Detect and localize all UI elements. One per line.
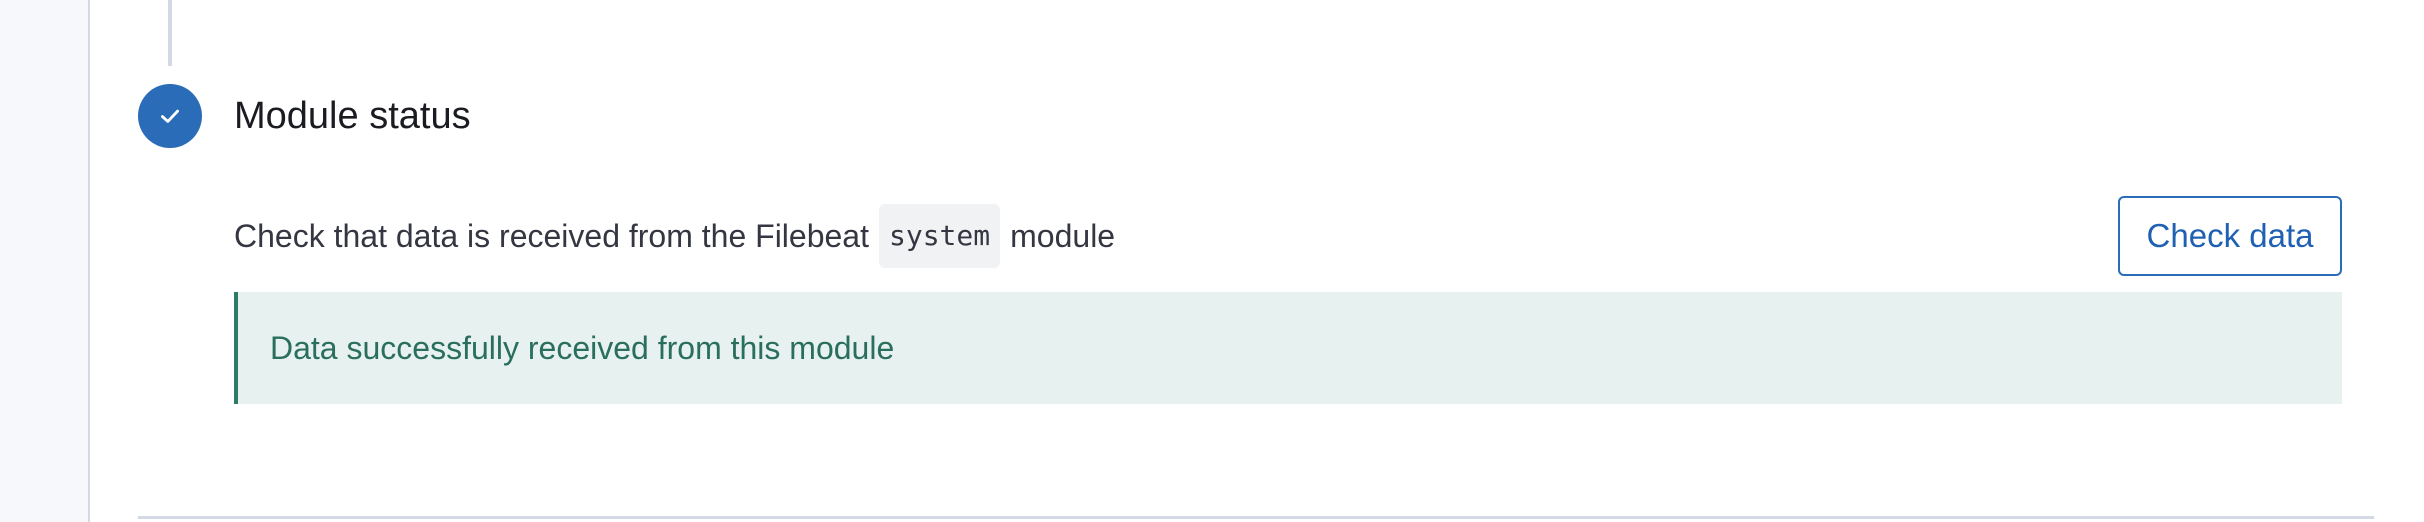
step-complete-badge — [138, 84, 202, 148]
check-icon — [161, 109, 179, 123]
page: Module status Check that data is receive… — [0, 0, 2424, 522]
success-callout: Data successfully received from this mod… — [234, 292, 2342, 404]
section-divider — [138, 516, 2374, 519]
check-data-button[interactable]: Check data — [2118, 196, 2342, 276]
description-suffix: module — [1010, 217, 1116, 254]
module-status-panel: Module status Check that data is receive… — [88, 0, 2424, 522]
description-prefix: Check that data is received from the Fil… — [234, 217, 869, 254]
callout-message: Data successfully received from this mod… — [270, 329, 895, 366]
module-name-code: system — [878, 204, 1001, 268]
step-description: Check that data is received from the Fil… — [234, 204, 1115, 268]
step-title: Module status — [234, 95, 471, 137]
step-connector-line — [168, 0, 172, 66]
